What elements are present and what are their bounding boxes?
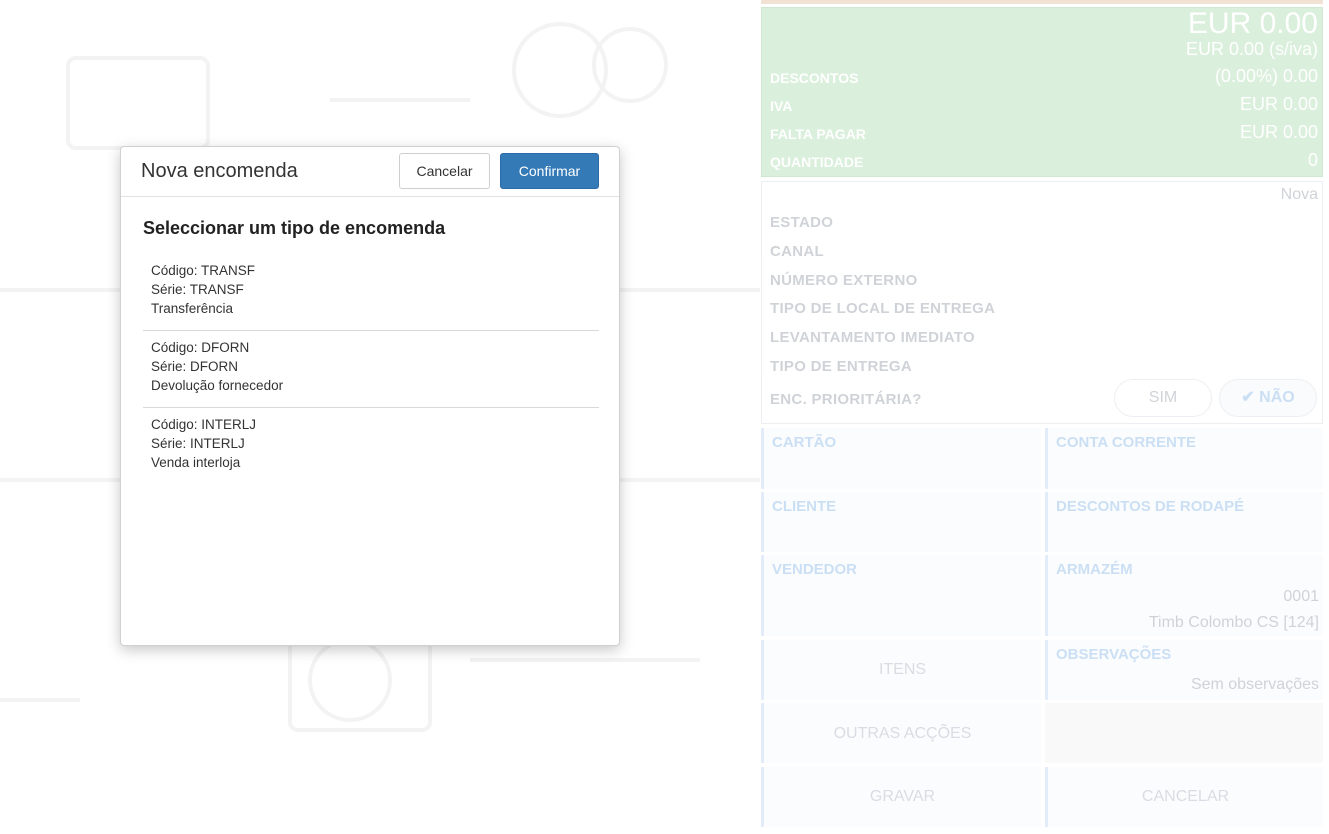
order-type-item-dforn[interactable]: Código: DFORN Série: DFORN Devolução for…	[143, 331, 599, 408]
modal-header: Nova encomenda Cancelar Confirmar	[121, 147, 619, 197]
field-numero-externo[interactable]: NÚMERO EXTERNO	[770, 272, 918, 289]
order-type-code: Código: INTERLJ	[151, 417, 257, 432]
order-status: Nova	[1280, 186, 1318, 203]
check-icon: ✔	[1241, 389, 1260, 406]
order-details-box: Nova ESTADO CANAL NÚMERO EXTERNO TIPO DE…	[761, 181, 1323, 424]
order-type-description: Devolução fornecedor	[151, 378, 284, 393]
totals-row-value: (0.00%) 0.00	[1214, 66, 1318, 86]
order-type-list: Código: TRANSF Série: TRANSF Transferênc…	[143, 254, 599, 485]
outras-accoes-label: OUTRAS ACÇÕES	[833, 725, 972, 742]
armazem-name: Timb Colombo CS [124]	[1148, 614, 1319, 631]
cancel-button[interactable]: Cancelar	[399, 153, 490, 189]
tile-label: CARTÃO	[772, 434, 837, 451]
observacoes-value: Sem observações	[1190, 676, 1319, 693]
tile-cliente[interactable]: CLIENTE	[761, 492, 1041, 552]
totals-row-label: IVA	[770, 98, 793, 114]
totals-row-iva: IVA EUR 0.00	[770, 94, 1318, 118]
tile-conta-corrente[interactable]: CONTA CORRENTE	[1045, 428, 1323, 489]
outras-accoes-button[interactable]: OUTRAS ACÇÕES	[761, 703, 1041, 763]
order-type-code: Código: TRANSF	[151, 263, 256, 278]
top-accent-strip	[761, 0, 1323, 4]
order-type-item-transf[interactable]: Código: TRANSF Série: TRANSF Transferênc…	[143, 254, 599, 331]
totals-row-falta-pagar: FALTA PAGAR EUR 0.00	[770, 122, 1318, 146]
empty-tile	[1045, 703, 1323, 763]
gravar-label: GRAVAR	[869, 788, 936, 805]
totals-row-label: FALTA PAGAR	[770, 126, 866, 142]
totals-row-quantidade: QUANTIDADE 0	[770, 150, 1318, 174]
order-type-description: Venda interloja	[151, 455, 241, 470]
tile-descontos-rodape[interactable]: DESCONTOS DE RODAPÉ	[1045, 492, 1323, 552]
total-amount: EUR 0.00	[1187, 7, 1318, 40]
tile-label: VENDEDOR	[772, 561, 858, 578]
totals-row-value: EUR 0.00	[1239, 94, 1318, 114]
tile-label: OBSERVAÇÕES	[1056, 646, 1172, 663]
totals-row-descontos: DESCONTOS (0.00%) 0.00	[770, 66, 1318, 90]
field-canal[interactable]: CANAL	[770, 243, 824, 260]
tile-observacoes[interactable]: OBSERVAÇÕES Sem observações	[1045, 640, 1323, 700]
order-side-panel: EUR 0.00 EUR 0.00 (s/iva) DESCONTOS (0.0…	[757, 0, 1329, 834]
order-type-series: Série: TRANSF	[151, 282, 244, 297]
order-type-item-interlj[interactable]: Código: INTERLJ Série: INTERLJ Venda int…	[143, 408, 599, 485]
totals-row-value: EUR 0.00	[1239, 122, 1318, 142]
totals-row-value: 0	[1307, 150, 1318, 170]
total-no-vat: EUR 0.00 (s/iva)	[1185, 39, 1318, 59]
order-type-series: Série: DFORN	[151, 359, 239, 374]
confirm-button[interactable]: Confirmar	[500, 153, 599, 189]
tile-label: CONTA CORRENTE	[1056, 434, 1196, 451]
new-order-modal: Nova encomenda Cancelar Confirmar Selecc…	[120, 146, 620, 646]
order-type-series: Série: INTERLJ	[151, 436, 245, 451]
priority-no-button[interactable]: ✔ NÃO	[1219, 379, 1317, 417]
cancelar-label: CANCELAR	[1141, 788, 1230, 805]
field-levantamento-imediato[interactable]: LEVANTAMENTO IMEDIATO	[770, 329, 975, 346]
cancelar-button[interactable]: CANCELAR	[1045, 767, 1323, 827]
field-tipo-entrega[interactable]: TIPO DE ENTREGA	[770, 358, 912, 375]
modal-subtitle: Seleccionar um tipo de encomenda	[143, 218, 446, 238]
priority-no-label: NÃO	[1259, 389, 1295, 406]
itens-label: ITENS	[878, 661, 927, 678]
field-estado[interactable]: ESTADO	[770, 214, 833, 231]
totals-box: EUR 0.00 EUR 0.00 (s/iva) DESCONTOS (0.0…	[761, 7, 1323, 177]
field-tipo-local-entrega[interactable]: TIPO DE LOCAL DE ENTREGA	[770, 300, 995, 317]
itens-button[interactable]: ITENS	[761, 640, 1041, 700]
tile-label: CLIENTE	[772, 498, 837, 515]
order-type-code: Código: DFORN	[151, 340, 250, 355]
field-enc-prioritaria: ENC. PRIORITÁRIA?	[770, 391, 922, 408]
tile-vendedor[interactable]: VENDEDOR	[761, 555, 1041, 636]
tile-cartao[interactable]: CARTÃO	[761, 428, 1041, 489]
modal-title: Nova encomenda	[141, 160, 298, 182]
priority-yes-button[interactable]: SIM	[1114, 379, 1212, 417]
tile-armazem[interactable]: ARMAZÉM 0001 Timb Colombo CS [124]	[1045, 555, 1323, 636]
tile-label: DESCONTOS DE RODAPÉ	[1056, 498, 1245, 515]
totals-row-label: QUANTIDADE	[770, 154, 864, 170]
order-type-description: Transferência	[151, 301, 234, 316]
gravar-button[interactable]: GRAVAR	[761, 767, 1041, 827]
tile-label: ARMAZÉM	[1056, 561, 1133, 578]
armazem-code: 0001	[1283, 588, 1319, 605]
totals-row-label: DESCONTOS	[770, 70, 859, 86]
